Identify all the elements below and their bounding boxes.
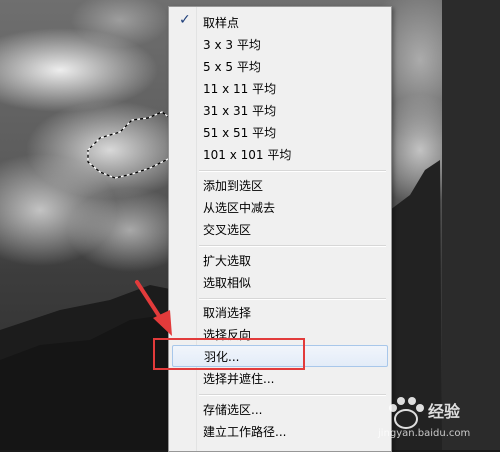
- watermark-url: jingyan.baidu.com: [378, 428, 471, 439]
- watermark: 经验 jingyan.baidu.com: [378, 393, 500, 450]
- annotation-highlight-box: [153, 338, 305, 370]
- watermark-text: 经验: [428, 402, 461, 421]
- annotation-arrow-icon: [135, 280, 172, 336]
- paw-logo-icon: [389, 397, 424, 429]
